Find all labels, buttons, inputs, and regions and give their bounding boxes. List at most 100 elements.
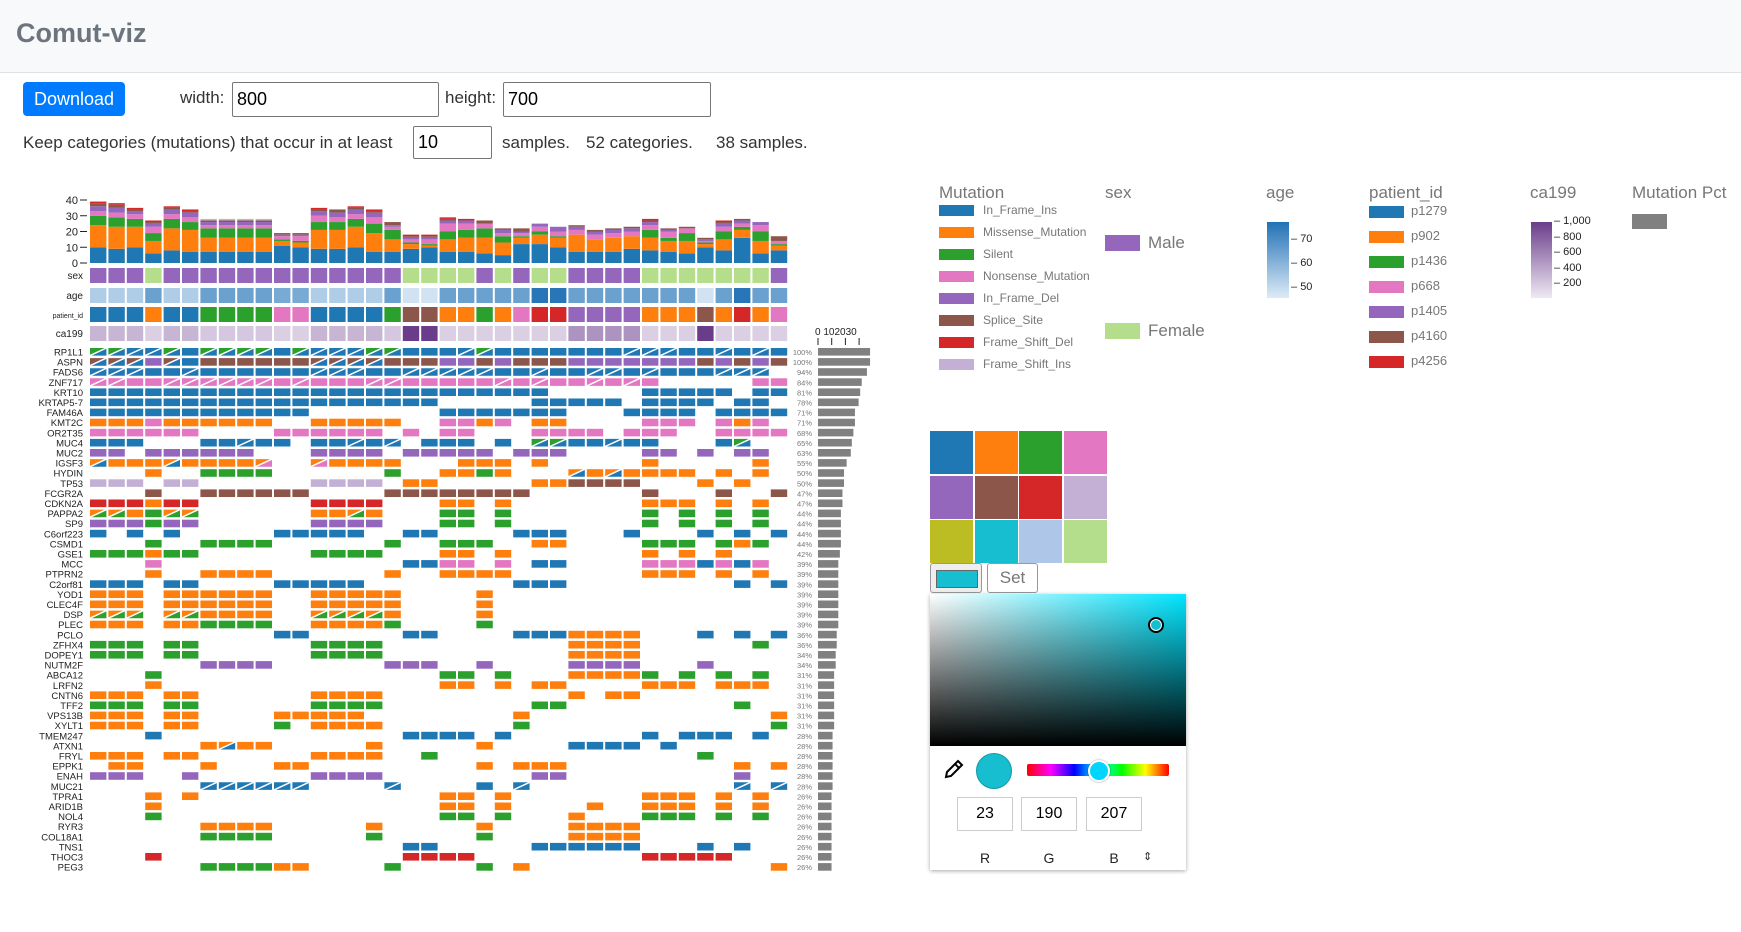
palette-swatch[interactable] [930, 520, 973, 563]
mutation-cell [182, 459, 199, 467]
mutation-cell [90, 438, 107, 447]
bar-segment [697, 242, 714, 245]
mutation-cell [292, 580, 309, 588]
bar-segment [145, 226, 162, 234]
legend-patient-id-swatch[interactable] [1369, 206, 1404, 218]
mutation-cell [586, 802, 604, 811]
legend-mutation-swatch[interactable] [939, 249, 974, 260]
mutation-cell [347, 772, 364, 780]
blue-input[interactable] [1086, 797, 1142, 831]
mutation-cell [366, 691, 383, 699]
palette-swatch[interactable] [1019, 475, 1062, 519]
mutation-cell [310, 590, 328, 598]
legend-patient-id-swatch[interactable] [1369, 356, 1404, 368]
bar-segment [274, 234, 291, 237]
bar-segment [255, 220, 272, 223]
mutation-cell [660, 560, 677, 568]
legend-patient-id-swatch[interactable] [1369, 306, 1404, 318]
legend-mutation-swatch[interactable] [939, 359, 974, 370]
eyedropper-icon[interactable] [944, 759, 964, 784]
mutation-cell [623, 640, 640, 649]
mutation-cell [494, 681, 512, 689]
mutation-cell [145, 550, 162, 558]
annotation-cell-ca199 [697, 326, 714, 341]
red-input[interactable] [957, 797, 1013, 831]
mutation-cell [458, 519, 475, 528]
mutation-cell [292, 428, 309, 437]
mutation-cell [274, 408, 291, 417]
mutation-pct-label: 44% [797, 540, 812, 549]
mutation-cell [531, 681, 548, 689]
saturation-handle[interactable] [1148, 617, 1164, 633]
current-color-button[interactable] [930, 563, 982, 593]
legend-patient-id-swatch[interactable] [1369, 231, 1404, 243]
palette-swatch[interactable] [974, 475, 1018, 519]
hue-slider-thumb[interactable] [1088, 760, 1110, 782]
mutation-cell [568, 832, 585, 841]
legend-mutation-swatch[interactable] [939, 205, 974, 216]
palette-swatch[interactable] [930, 475, 973, 519]
palette-swatch[interactable] [974, 520, 1018, 563]
mutation-cell [550, 681, 567, 689]
palette-swatch[interactable] [1019, 431, 1062, 474]
palette-swatch[interactable] [1063, 475, 1107, 519]
legend-mutation-swatch[interactable] [939, 315, 974, 326]
bar-segment [568, 229, 585, 235]
palette-swatch[interactable] [930, 431, 973, 474]
bar-segment [439, 231, 456, 240]
bar-segment [108, 248, 125, 263]
mutation-cell [642, 731, 659, 740]
mutation-cell [366, 388, 383, 396]
bar-segment [310, 209, 328, 212]
annotation-cell-ca199 [586, 326, 604, 341]
legend-mutation-swatch[interactable] [939, 271, 974, 282]
mutation-cell [126, 762, 144, 770]
legend-mutation-swatch[interactable] [939, 337, 974, 348]
annotation-cell-age [347, 288, 364, 303]
mutation-cell [550, 449, 567, 457]
mutation-cell [347, 479, 364, 487]
mutation-cell [90, 752, 107, 760]
legend-patient-id-swatch[interactable] [1369, 331, 1404, 343]
palette-swatch[interactable] [1019, 520, 1062, 563]
mutation-cell [660, 681, 677, 689]
legend-patient-id-swatch[interactable] [1369, 281, 1404, 293]
palette-swatch[interactable] [1063, 520, 1107, 563]
set-color-button[interactable]: Set [987, 563, 1038, 593]
mutation-cell [678, 519, 696, 528]
legend-mutation-swatch[interactable] [939, 227, 974, 238]
mutation-cell [697, 368, 714, 376]
mutation-cell [126, 772, 144, 780]
mutation-cell [237, 590, 254, 598]
mutation-cell [715, 438, 732, 447]
mutation-cell [200, 600, 217, 609]
mutation-cell [568, 368, 585, 376]
palette-swatch[interactable] [974, 431, 1018, 474]
legend-patient-id-swatch[interactable] [1369, 256, 1404, 268]
bar-segment [292, 240, 309, 243]
mutation-cell [329, 529, 346, 538]
annotation-cell-patient_id [347, 307, 364, 322]
mutation-cell [421, 438, 438, 447]
mutation-cell [126, 388, 144, 396]
green-input[interactable] [1021, 797, 1077, 831]
saturation-area[interactable] [930, 594, 1186, 746]
legend-mutation-swatch[interactable] [939, 293, 974, 304]
annotation-cell-ca199 [347, 326, 364, 341]
mutation-pct-label: 36% [797, 641, 812, 650]
mutation-cell [439, 509, 456, 518]
mode-toggle-icon[interactable]: ⇕ [1143, 850, 1152, 863]
mutation-cell [402, 449, 420, 457]
mutation-cell [752, 459, 769, 467]
mutation-cell [458, 681, 475, 689]
mutation-cell [310, 721, 328, 730]
mutation-cell [310, 398, 328, 407]
mutation-pct-bar [818, 398, 859, 407]
mutation-cell [402, 398, 420, 407]
mutation-cell [90, 701, 107, 710]
mutation-cell [218, 661, 236, 669]
mutation-cell [218, 438, 236, 447]
mutation-cell [421, 388, 438, 396]
bar-segment [200, 218, 217, 221]
palette-swatch[interactable] [1063, 431, 1107, 474]
